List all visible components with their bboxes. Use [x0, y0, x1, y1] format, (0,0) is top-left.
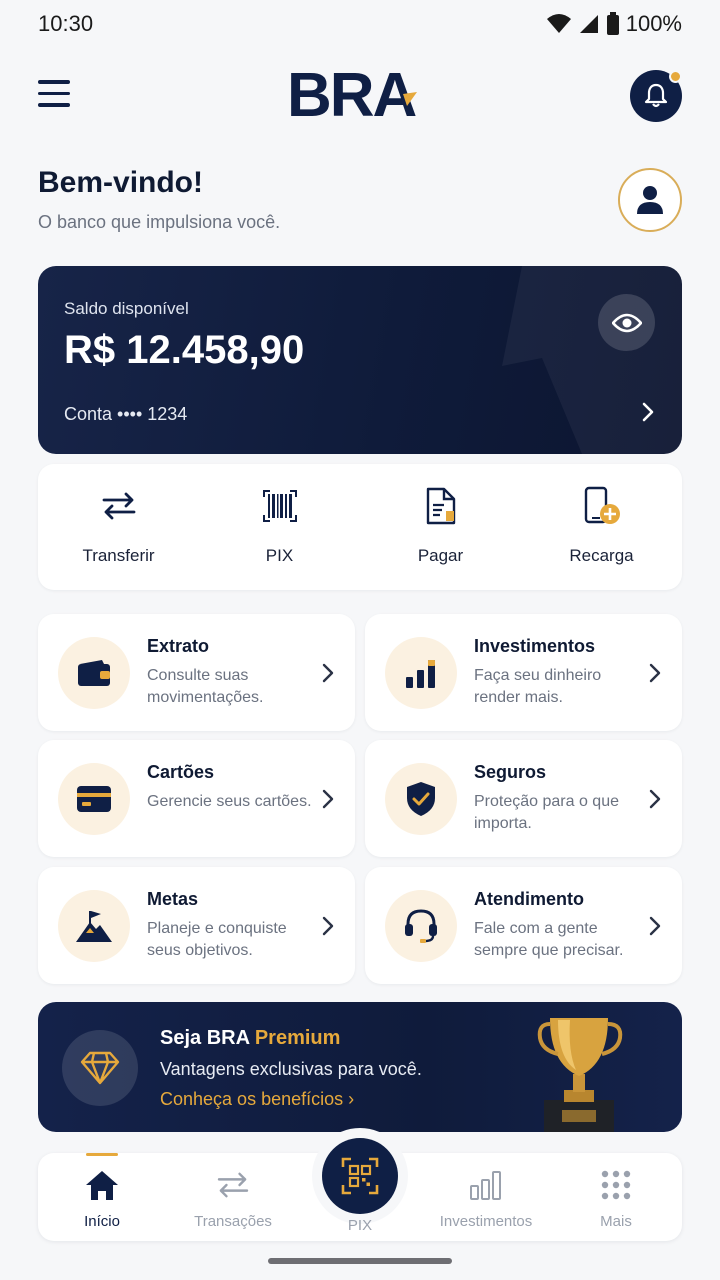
nav-label: Início: [84, 1213, 120, 1230]
shield-check-icon: [407, 782, 435, 816]
bell-icon: [644, 83, 668, 108]
nav-item-pix[interactable]: [322, 1138, 398, 1214]
tile-title: Cartões: [147, 762, 215, 782]
toggle-balance-visibility-button[interactable]: [598, 294, 655, 351]
bar-chart-icon: [406, 660, 435, 688]
chevron-right-icon: [322, 916, 334, 936]
wifi-icon: [546, 14, 571, 33]
eye-icon: [611, 313, 642, 332]
tile-title: Seguros: [474, 762, 547, 782]
nav-item-investimentos[interactable]: Investimentos: [431, 1153, 541, 1241]
quick-action-label: PIX: [265, 546, 294, 565]
tile-extrato[interactable]: Extrato Consulte suas movimentações.: [38, 614, 355, 731]
signal-icon: [579, 15, 598, 33]
battery-level: 100%: [625, 11, 682, 36]
tile-title: Extrato: [147, 636, 210, 656]
chevron-right-icon: [322, 789, 334, 809]
user-icon: [637, 186, 663, 214]
balance-label: Saldo disponível: [64, 299, 189, 318]
tile-description: Proteção para o que importa.: [474, 793, 619, 832]
card-decoration: [502, 266, 682, 454]
chevron-right-icon: [649, 916, 661, 936]
notifications-button[interactable]: [630, 70, 682, 122]
premium-highlight: Premium: [254, 1027, 341, 1049]
transfer-arrows-icon: [102, 492, 135, 520]
gesture-home-bar[interactable]: [268, 1258, 452, 1264]
tile-seguros[interactable]: Seguros Proteção para o que importa.: [365, 740, 682, 857]
headset-icon: [405, 909, 437, 943]
tile-atendimento[interactable]: Atendimento Fale com a gente sempre que …: [365, 867, 682, 984]
nav-label: PIX: [347, 1217, 373, 1234]
diamond-icon: [80, 1051, 120, 1085]
tile-investimentos[interactable]: Investimentos Faça seu dinheiro render m…: [365, 614, 682, 731]
nav-label: Investimentos: [439, 1213, 533, 1230]
tile-title: Metas: [147, 889, 199, 909]
phone-plus-icon: [584, 486, 620, 524]
grid-dots-icon: [601, 1170, 631, 1200]
welcome-subtitle: O banco que impulsiona você.: [38, 212, 281, 232]
chevron-right-icon[interactable]: [638, 400, 658, 424]
wallet-icon: [78, 660, 110, 686]
nav-item-inicio[interactable]: Início: [58, 1153, 146, 1241]
account-number: Conta •••• 1234: [64, 404, 188, 424]
premium-benefits-link[interactable]: Conheça os benefícios ›: [160, 1089, 354, 1110]
balance-card[interactable]: Saldo disponível R$ 12.458,90 Conta ••••…: [38, 266, 682, 454]
chevron-right-icon: [322, 663, 334, 683]
mountain-flag-icon: [76, 911, 112, 942]
chevron-right-icon: [649, 789, 661, 809]
menu-button[interactable]: [38, 80, 72, 108]
nav-item-mais[interactable]: Mais: [586, 1153, 646, 1241]
tile-description: Gerencie seus cartões.: [147, 793, 312, 810]
quick-action-pay[interactable]: Pagar: [360, 464, 521, 590]
quick-action-recharge[interactable]: Recarga: [521, 464, 682, 590]
app-header: BRA: [0, 60, 720, 130]
bra-logo: BRA: [287, 64, 419, 124]
nav-label: Transações: [194, 1213, 272, 1230]
tile-description: Faça seu dinheiro render mais.: [474, 667, 602, 706]
status-time: 10:30: [38, 11, 94, 36]
home-icon: [86, 1171, 118, 1200]
tile-description: Consulte suas movimentações.: [147, 667, 264, 706]
qr-scan-icon: [341, 1157, 379, 1195]
nav-label: Mais: [600, 1213, 632, 1230]
chevron-right-icon: [649, 663, 661, 683]
nav-item-transacoes[interactable]: Transações: [183, 1153, 283, 1241]
tile-description: Fale com a gente sempre que precisar.: [474, 920, 624, 959]
bar-chart-icon: [470, 1171, 501, 1200]
tile-description: Planeje e conquiste seus objetivos.: [147, 920, 287, 959]
profile-avatar-button[interactable]: [618, 168, 682, 232]
quick-actions: Transferir PIX Pagar Recarga: [38, 464, 682, 590]
hamburger-icon: [38, 80, 70, 84]
tile-title: Investimentos: [474, 636, 596, 656]
tile-cartoes[interactable]: Cartões Gerencie seus cartões.: [38, 740, 355, 857]
chevron-right-icon: ›: [348, 1089, 355, 1109]
quick-action-label: Transferir: [82, 546, 155, 565]
credit-card-icon: [77, 786, 111, 812]
quick-action-label: Recarga: [569, 546, 634, 565]
status-icons: 100%: [546, 11, 682, 37]
trophy-icon: [537, 1018, 623, 1132]
balance-value: R$ 12.458,90: [64, 328, 305, 372]
quick-action-pix[interactable]: PIX: [199, 464, 360, 590]
transfer-arrows-icon: [217, 1172, 249, 1198]
premium-banner[interactable]: Seja BRA Premium Vantagens exclusivas pa…: [38, 1002, 682, 1132]
tile-metas[interactable]: Metas Planeje e conquiste seus objetivos…: [38, 867, 355, 984]
premium-subtitle: Vantagens exclusivas para você.: [160, 1059, 422, 1079]
notification-badge: [669, 70, 682, 83]
quick-action-label: Pagar: [417, 546, 464, 565]
premium-title: Seja BRA Premium: [160, 1027, 341, 1049]
battery-icon: [606, 12, 619, 35]
logo-text: BRA: [287, 64, 417, 124]
status-bar: 10:30 100%: [0, 0, 720, 48]
welcome-title: Bem-vindo!: [38, 166, 203, 199]
barcode-icon: [262, 490, 297, 522]
tile-title: Atendimento: [474, 889, 584, 909]
quick-action-transfer[interactable]: Transferir: [38, 464, 199, 590]
document-pay-icon: [426, 487, 455, 525]
